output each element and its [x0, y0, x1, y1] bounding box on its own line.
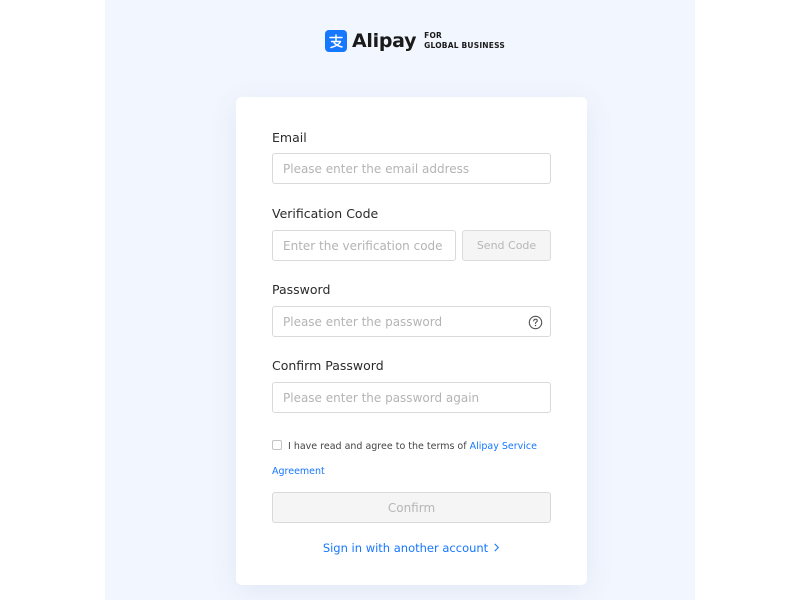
brand-subtitle-line2: GLOBAL BUSINESS [424, 41, 505, 50]
password-input[interactable] [273, 307, 550, 336]
alt-signin-label: Sign in with another account [322, 541, 489, 555]
password-label: Password [272, 282, 331, 297]
confirm-password-label: Confirm Password [272, 358, 384, 373]
verification-code-input[interactable] [273, 231, 455, 260]
brand-subtitle: FOR GLOBAL BUSINESS [424, 31, 505, 51]
verification-code-field-box [272, 230, 456, 261]
password-field-box [272, 306, 551, 337]
send-code-button[interactable]: Send Code [462, 230, 551, 261]
sign-in-another-account-link[interactable]: Sign in with another account [236, 541, 587, 555]
agreement-checkbox[interactable] [272, 440, 282, 450]
signup-card: Email Verification Code Send Code Passwo… [236, 97, 587, 585]
verification-code-label: Verification Code [272, 206, 379, 221]
agreement-text: I have read and agree to the terms of [288, 441, 467, 452]
chevron-right-icon [493, 542, 500, 555]
agreement-row: I have read and agree to the terms of Al… [272, 434, 552, 484]
email-label: Email [272, 130, 307, 145]
confirm-button[interactable]: Confirm [272, 492, 551, 523]
confirm-password-input[interactable] [273, 383, 550, 412]
alipay-logo-mark-icon [325, 30, 347, 52]
question-circle-icon[interactable] [527, 314, 543, 330]
alipay-logo: Alipay FOR GLOBAL BUSINESS [325, 28, 505, 54]
brand-subtitle-line1: FOR [424, 31, 443, 40]
email-field-box [272, 153, 551, 184]
confirm-password-field-box [272, 382, 551, 413]
brand-name: Alipay [352, 30, 417, 52]
email-field[interactable] [273, 154, 550, 183]
